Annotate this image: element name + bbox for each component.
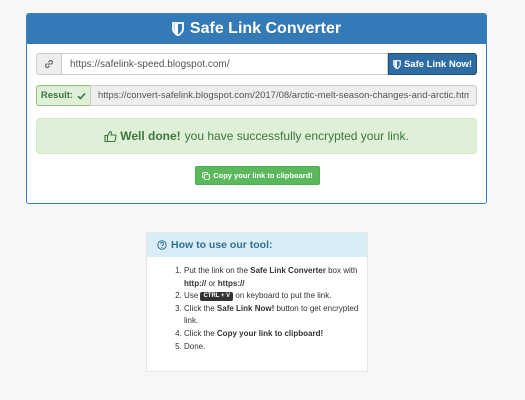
thumbs-up-icon bbox=[104, 130, 117, 143]
url-input[interactable] bbox=[61, 53, 388, 75]
list-item: Click the Safe Link Now! button to get e… bbox=[184, 303, 359, 328]
page-title: Safe Link Converter bbox=[189, 20, 342, 37]
shield-icon bbox=[172, 22, 184, 36]
copy-link-label: Copy your link to clipboard! bbox=[213, 171, 313, 180]
how-to-panel: How to use our tool: Put the link on the… bbox=[146, 232, 368, 372]
how-to-title: How to use our tool: bbox=[171, 239, 273, 251]
list-item: Done. bbox=[184, 341, 359, 354]
list-item: Put the link on the Safe Link Converter … bbox=[184, 265, 359, 290]
url-input-group: Safe Link Now! bbox=[36, 53, 477, 75]
result-group: Result: bbox=[36, 85, 477, 106]
list-item: Use CTRL + V on keyboard to put the link… bbox=[184, 290, 359, 303]
copy-link-button[interactable]: Copy your link to clipboard! bbox=[195, 166, 320, 185]
link-icon bbox=[36, 53, 61, 75]
result-label: Result: bbox=[36, 85, 90, 106]
check-icon bbox=[77, 92, 86, 100]
copy-icon bbox=[202, 171, 211, 180]
result-label-text: Result: bbox=[40, 90, 74, 101]
how-to-steps: Put the link on the Safe Link Converter … bbox=[147, 265, 367, 353]
result-input[interactable] bbox=[90, 85, 477, 106]
alert-strong: Well done! bbox=[120, 129, 181, 143]
panel-header: Safe Link Converter bbox=[27, 14, 486, 44]
alert-text: you have successfully encrypted your lin… bbox=[184, 129, 409, 143]
how-to-header: How to use our tool: bbox=[147, 233, 367, 257]
success-alert: Well done! you have successfully encrypt… bbox=[36, 118, 477, 154]
safe-link-now-button[interactable]: Safe Link Now! bbox=[388, 53, 477, 75]
list-item: Click the Copy your link to clipboard! bbox=[184, 328, 359, 341]
keyboard-shortcut: CTRL + V bbox=[200, 291, 234, 301]
shield-icon bbox=[393, 59, 401, 69]
question-circle-icon bbox=[157, 240, 167, 250]
converter-panel: Safe Link Converter Safe Link Now! Resul… bbox=[26, 13, 487, 204]
safe-link-now-label: Safe Link Now! bbox=[403, 58, 473, 70]
